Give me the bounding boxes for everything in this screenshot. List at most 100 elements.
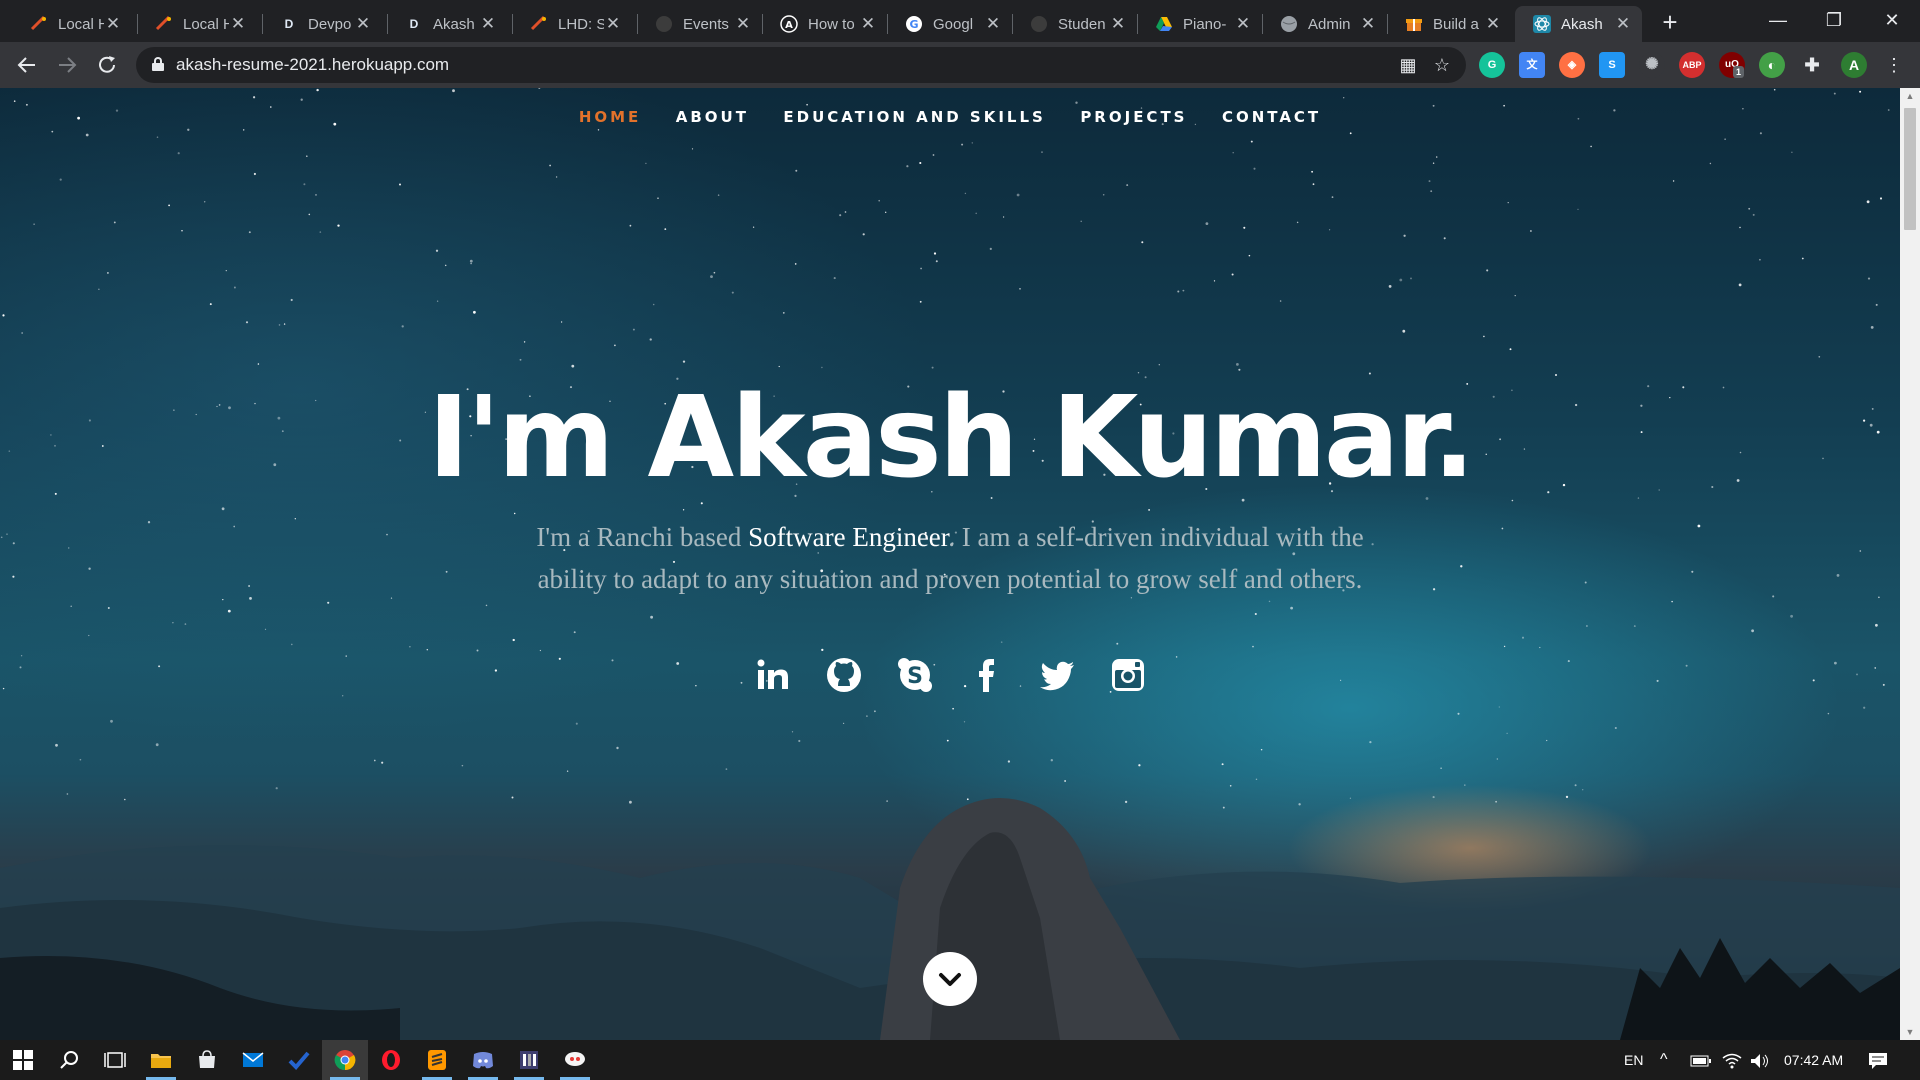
tab-title: LHD: S [558,15,604,33]
nav-contact[interactable]: CONTACT [1222,108,1321,126]
close-tab-icon[interactable]: ✕ [229,14,247,34]
close-tab-icon[interactable]: ✕ [1484,14,1502,34]
opera-icon[interactable] [368,1040,414,1080]
wifi-icon[interactable] [1722,1040,1742,1080]
extensions-puzzle-icon[interactable]: ✚ [1799,52,1825,78]
tray-overflow-chevron-icon[interactable]: ^ [1660,1040,1668,1080]
tab-strip: Local H ✕ Local H ✕ D Devpo ✕ D Akash ✕ … [0,0,1920,42]
twitter-icon[interactable] [1038,656,1076,694]
tab-3[interactable]: D Akash ✕ [387,6,507,42]
facebook-icon[interactable] [967,656,1005,694]
hero-text-start: I'm a Ranchi based [536,522,749,552]
social-links: S [0,656,1900,694]
tab-12-active[interactable]: Akash ✕ [1515,6,1642,42]
chrome-icon[interactable] [322,1040,368,1080]
close-tab-icon[interactable]: ✕ [604,14,622,34]
tab-title: Local H [58,15,104,33]
close-tab-icon[interactable]: ✕ [1109,14,1127,34]
windows-taskbar: EN ^ 07:42 AM [0,1040,1920,1080]
store-icon[interactable] [184,1040,230,1080]
back-button[interactable] [12,50,42,80]
close-tab-icon[interactable]: ✕ [859,14,877,34]
page-scrollbar[interactable]: ▲ ▼ [1900,88,1920,1040]
browser-menu-icon[interactable]: ⋮ [1879,50,1909,80]
close-tab-icon[interactable]: ✕ [1614,14,1632,34]
tab-title: Studen [1058,15,1106,33]
tab-2[interactable]: D Devpo ✕ [262,6,382,42]
windows-start-icon[interactable] [0,1040,46,1080]
close-window-button[interactable]: ✕ [1864,0,1920,42]
tab-5[interactable]: Events ✕ [637,6,762,42]
todo-icon[interactable] [276,1040,322,1080]
adblock-plus-extension-icon[interactable]: ABP [1679,52,1705,78]
forward-button[interactable] [52,50,82,80]
close-tab-icon[interactable]: ✕ [984,14,1002,34]
google-drive-icon [1155,15,1173,33]
language-indicator[interactable]: EN [1624,1040,1643,1080]
nav-about[interactable]: ABOUT [676,108,749,126]
linkedin-icon[interactable] [754,656,792,694]
skype-icon[interactable]: S [896,656,934,694]
tab-7[interactable]: G Googl ✕ [887,6,1012,42]
tab-1[interactable]: Local H ✕ [137,6,257,42]
svg-text:A: A [785,20,793,31]
minimize-button[interactable]: — [1750,0,1806,42]
instagram-icon[interactable] [1109,656,1147,694]
network-extension-icon[interactable]: ✺ [1639,52,1665,78]
volume-icon[interactable] [1750,1040,1770,1080]
profile-avatar[interactable]: A [1841,52,1867,78]
nav-home[interactable]: HOME [579,108,641,126]
tab-0[interactable]: Local H ✕ [12,6,132,42]
app-icon[interactable] [506,1040,552,1080]
tab-11[interactable]: Build a ✕ [1387,6,1512,42]
url-text[interactable]: akash-resume-2021.herokuapp.com [176,55,449,75]
browser-toolbar: akash-resume-2021.herokuapp.com ▦ ☆ G 文 … [0,42,1920,88]
local-host-icon [155,15,173,33]
notifications-icon[interactable] [1868,1040,1888,1080]
new-tab-button[interactable]: + [1655,8,1685,38]
clock-time[interactable]: 07:42 AM [1784,1040,1843,1080]
close-tab-icon[interactable]: ✕ [104,14,122,34]
close-tab-icon[interactable]: ✕ [1359,14,1377,34]
tab-4[interactable]: LHD: S ✕ [512,6,632,42]
nav-education-and-skills[interactable]: EDUCATION AND SKILLS [783,108,1045,126]
chat-app-icon[interactable] [552,1040,598,1080]
scrollbar-thumb[interactable] [1904,108,1916,230]
tab-6[interactable]: A How to ✕ [762,6,887,42]
forward-arrow-icon [59,57,77,73]
task-view-icon[interactable] [92,1040,138,1080]
s-extension-icon[interactable]: S [1599,52,1625,78]
grammarly-extension-icon[interactable]: G [1479,52,1505,78]
chevron-down-icon [939,973,961,986]
bookmark-star-icon[interactable]: ☆ [1430,53,1454,77]
tab-10[interactable]: Admin ✕ [1262,6,1387,42]
scroll-down-button[interactable] [923,952,977,1006]
extension-icon-3[interactable]: ◈ [1559,52,1585,78]
tab-8[interactable]: Studen ✕ [1012,6,1137,42]
reload-button[interactable] [92,50,122,80]
close-tab-icon[interactable]: ✕ [479,14,497,34]
tab-title: How to [808,15,855,33]
file-explorer-icon[interactable] [138,1040,184,1080]
restore-button[interactable]: ❐ [1806,0,1862,42]
search-icon[interactable] [46,1040,92,1080]
battery-icon[interactable] [1690,1040,1712,1080]
github-icon[interactable] [825,656,863,694]
extension-icon-8[interactable]: ◐ [1759,52,1785,78]
tab-title: Admin [1308,15,1351,33]
mail-icon[interactable] [230,1040,276,1080]
ublock-extension-icon[interactable]: uO 1 [1719,52,1745,78]
close-tab-icon[interactable]: ✕ [354,14,372,34]
github-icon [1030,15,1048,33]
qr-code-icon[interactable]: ▦ [1396,53,1420,77]
scroll-up-arrow-icon[interactable]: ▲ [1900,88,1920,104]
discord-icon[interactable] [460,1040,506,1080]
nav-projects[interactable]: PROJECTS [1080,108,1187,126]
tab-9[interactable]: Piano- ✕ [1137,6,1262,42]
close-tab-icon[interactable]: ✕ [1234,14,1252,34]
close-tab-icon[interactable]: ✕ [734,14,752,34]
sublime-text-icon[interactable] [414,1040,460,1080]
google-translate-extension-icon[interactable]: 文 [1519,52,1545,78]
scroll-down-arrow-icon[interactable]: ▼ [1900,1024,1920,1040]
address-bar[interactable]: akash-resume-2021.herokuapp.com ▦ ☆ [136,47,1466,83]
